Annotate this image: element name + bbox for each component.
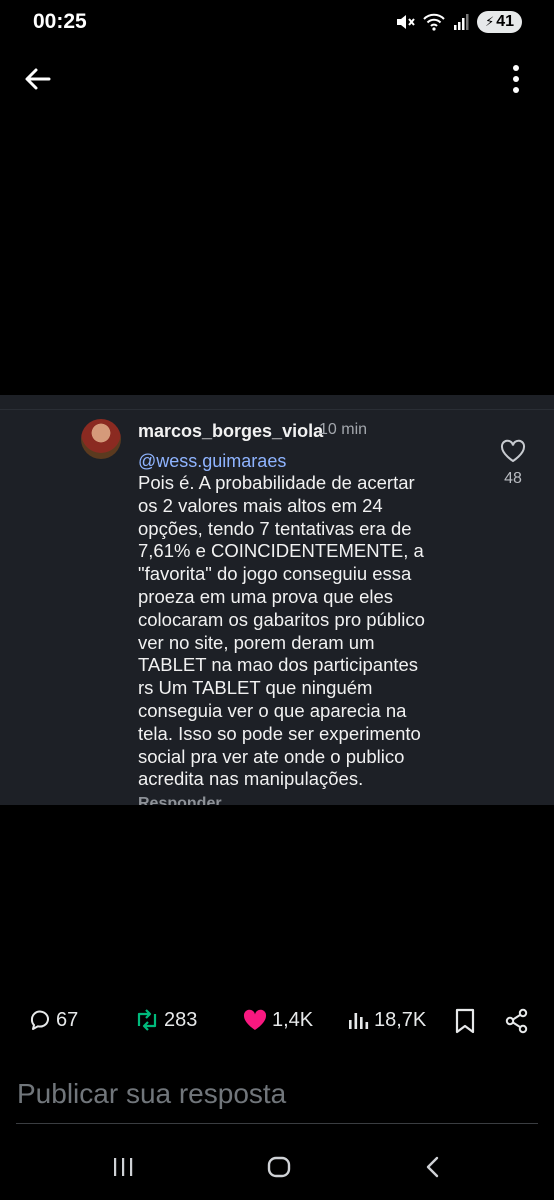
chevron-left-icon (426, 1156, 439, 1178)
comment-line: "favorita" do jogo conseguiu essa (138, 563, 412, 585)
comment-line: 7,61% e COINCIDENTEMENTE, a (138, 540, 424, 562)
comment-like: 48 (498, 439, 528, 488)
status-icons: ⚡ 41 (395, 11, 522, 33)
comment-line: social pra ver ate onde o publico (138, 745, 405, 767)
more-options-button[interactable] (504, 62, 528, 96)
avatar (81, 419, 121, 459)
home-button[interactable] (259, 1152, 299, 1182)
arrow-left-icon (25, 68, 51, 90)
more-vertical-icon (513, 65, 519, 93)
comment-line: ver no site, porem deram um (138, 631, 375, 653)
battery-level: 41 (496, 13, 514, 30)
comment-screenshot-image[interactable]: marcos_borges_viola 10 min @wess.guimara… (0, 395, 554, 805)
share-button[interactable] (505, 1008, 529, 1034)
comment-text: Pois é. A probabilidade de acertar os 2 … (138, 472, 478, 791)
mute-icon (397, 15, 415, 29)
comment-line: colocaram os gabaritos pro público (138, 608, 425, 630)
comment-line: conseguia ver o que aparecia na (138, 699, 407, 721)
comment-reply-label: Responder (138, 795, 222, 805)
bookmark-icon (455, 1008, 475, 1034)
system-back-button[interactable] (413, 1152, 453, 1182)
comment-line: opções, tendo 7 tentativas era de (138, 517, 412, 539)
comment-line: acredita nas manipulações. (138, 768, 364, 790)
heart-outline-icon (500, 439, 526, 463)
views-chart-icon (349, 1013, 369, 1029)
back-button[interactable] (22, 63, 54, 95)
views-button[interactable]: 18,7K (346, 1008, 426, 1032)
repost-icon (137, 1009, 157, 1031)
like-count: 1,4K (272, 1008, 314, 1031)
composer-underline (16, 1123, 538, 1124)
divider (0, 409, 554, 410)
comment-line: Pois é. A probabilidade de acertar (138, 472, 415, 493)
home-icon (267, 1156, 291, 1178)
recent-apps-icon (114, 1158, 133, 1176)
comment-username: marcos_borges_viola (138, 421, 324, 441)
bookmark-button[interactable] (454, 1008, 476, 1034)
comment-line: TABLET na mao dos participantes (138, 654, 419, 676)
comment-mention: @wess.guimaraes (138, 451, 287, 471)
post-action-bar: 67 283 1,4K 18,7K (0, 1008, 554, 1038)
comment-line: os 2 valores mais altos em 24 (138, 494, 383, 516)
repost-button[interactable]: 283 (134, 1008, 197, 1032)
comment-icon (30, 1010, 49, 1030)
signal-icon (454, 14, 469, 30)
comment-like-count: 48 (504, 470, 522, 487)
share-icon (505, 1008, 528, 1034)
heart-filled-icon (243, 1009, 267, 1030)
reply-composer-input[interactable]: Publicar sua resposta (17, 1078, 286, 1110)
battery-charging-icon: ⚡ (485, 14, 495, 29)
comment-line: proeza em uma prova que eles (138, 585, 394, 607)
battery-indicator: ⚡ 41 (477, 11, 522, 33)
like-button[interactable]: 1,4K (242, 1008, 313, 1032)
comment-time: 10 min (319, 421, 368, 438)
wifi-icon (423, 13, 445, 31)
comment-line: rs Um TABLET que ninguém (138, 677, 373, 699)
recent-apps-button[interactable] (103, 1152, 143, 1182)
repost-count: 283 (164, 1008, 198, 1031)
comment-line: tela. Isso so pode ser experimento (138, 722, 421, 744)
reply-count: 67 (56, 1008, 79, 1031)
views-count: 18,7K (374, 1008, 427, 1031)
reply-button[interactable]: 67 (28, 1008, 78, 1032)
status-time: 00:25 (33, 10, 87, 33)
